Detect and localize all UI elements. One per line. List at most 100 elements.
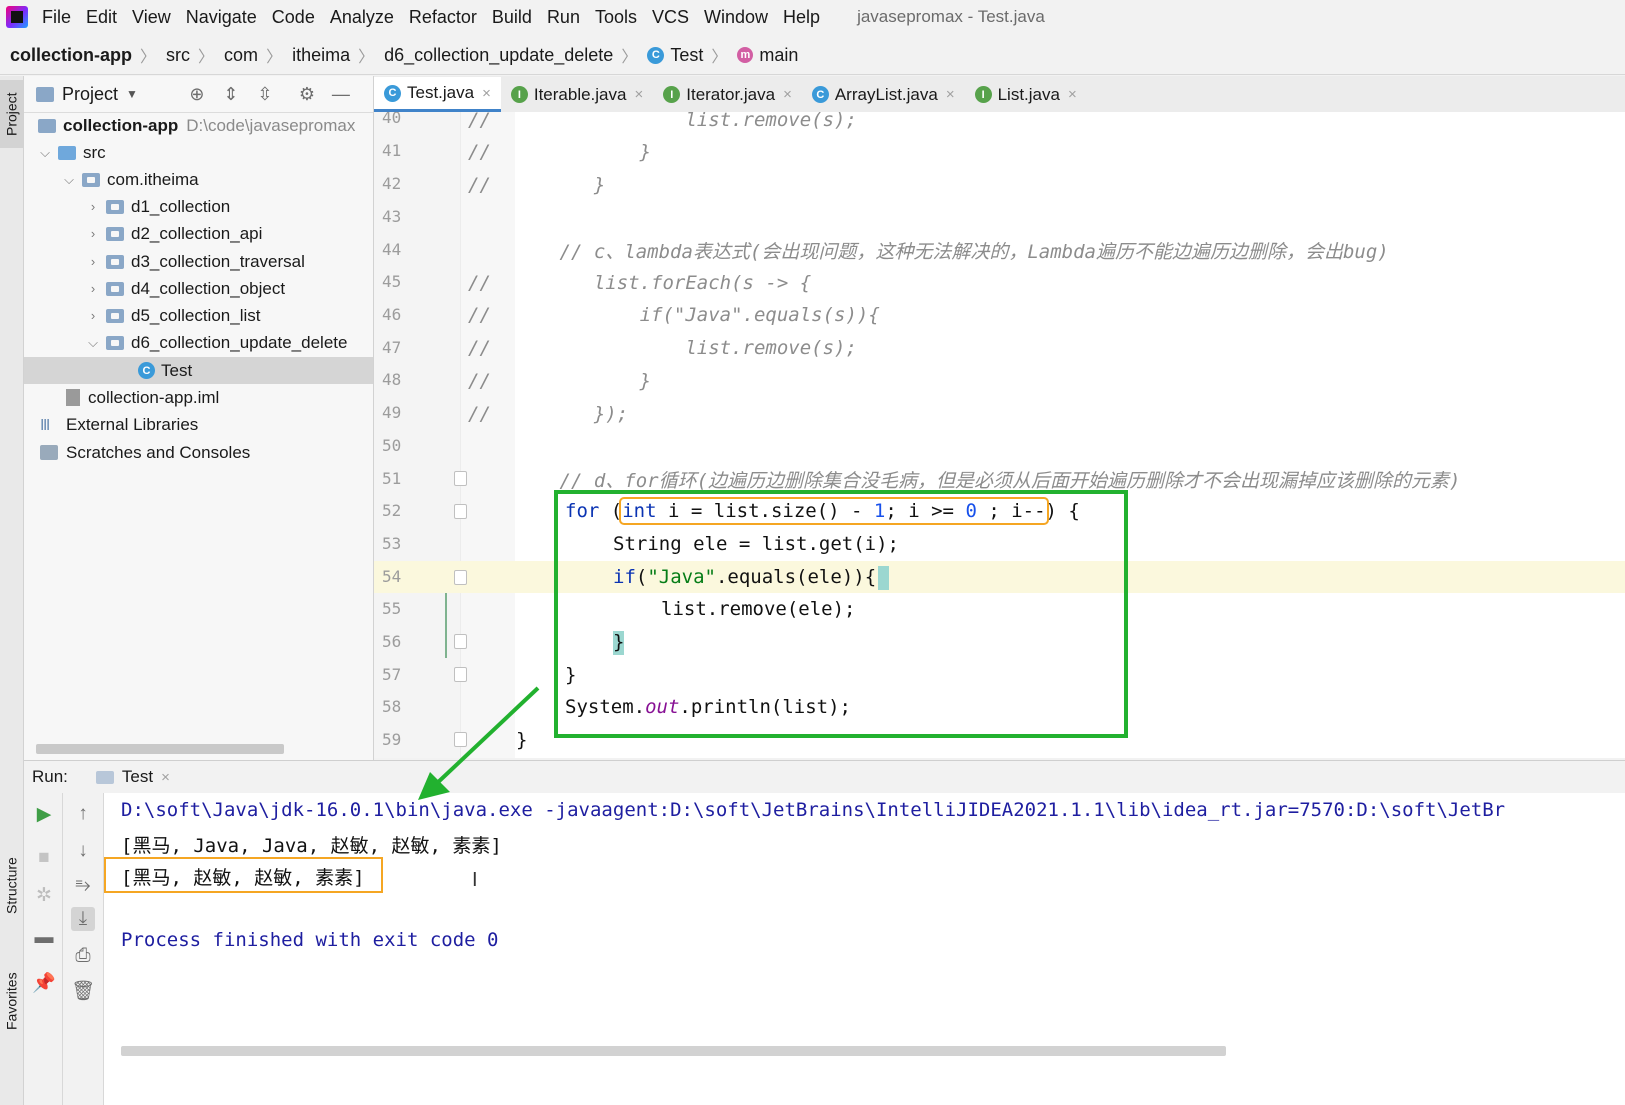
menu-vcs[interactable]: VCS: [652, 7, 689, 28]
console-output[interactable]: D:\soft\Java\jdk-16.0.1\bin\java.exe -ja…: [104, 793, 1625, 1105]
chevron-right-icon: 〉: [358, 49, 375, 66]
tree-item-folder[interactable]: › d2_collection_api: [86, 220, 263, 247]
debug-icon[interactable]: ✲: [32, 883, 56, 907]
code-line: // c、lambda表达式(会出现问题，这种无法解决的，Lambda遍历不能边…: [468, 240, 1389, 263]
arrow-up-icon[interactable]: ↑: [71, 802, 95, 826]
structure-tool-label: Structure: [3, 857, 20, 915]
tree-item-label: collection-app.iml: [88, 387, 220, 407]
layout-icon[interactable]: ▬: [32, 926, 56, 950]
close-icon[interactable]: ×: [634, 86, 643, 103]
interface-icon: I: [663, 86, 681, 103]
stop-icon[interactable]: ■: [32, 846, 56, 870]
chevron-right-icon[interactable]: ›: [86, 281, 100, 296]
class-icon: C: [647, 46, 665, 64]
breadcrumb-src[interactable]: src: [166, 45, 190, 66]
menu-navigate[interactable]: Navigate: [186, 7, 257, 28]
close-icon[interactable]: ×: [946, 86, 955, 103]
fold-marker-icon[interactable]: [454, 634, 467, 649]
tree-item-external-libraries[interactable]: Ⅲ External Libraries: [40, 411, 198, 438]
menu-analyze[interactable]: Analyze: [330, 7, 394, 28]
chevron-right-icon[interactable]: ›: [86, 199, 100, 214]
menu-code[interactable]: Code: [272, 7, 315, 28]
tab-list-java[interactable]: I List.java ×: [965, 77, 1087, 112]
menu-help[interactable]: Help: [783, 7, 820, 28]
tree-item-folder[interactable]: › d3_collection_traversal: [86, 248, 305, 275]
run-tab-test[interactable]: Test: [122, 767, 153, 787]
breadcrumb-itheima[interactable]: itheima: [292, 45, 350, 66]
structure-tool-tab[interactable]: Structure: [0, 841, 23, 931]
close-icon[interactable]: ×: [783, 86, 792, 103]
menu-file[interactable]: File: [42, 7, 71, 28]
tree-item-src[interactable]: ⌵ src: [38, 139, 106, 166]
run-toolbar-primary: ▶ ■ ✲ ▬ 📌: [24, 793, 63, 1105]
horizontal-scrollbar[interactable]: [121, 1046, 1226, 1056]
breadcrumb-class[interactable]: C Test: [647, 45, 703, 66]
tab-iterable-java[interactable]: I Iterable.java ×: [501, 77, 653, 112]
menu-edit[interactable]: Edit: [86, 7, 117, 28]
print-icon[interactable]: ⎙: [71, 944, 95, 968]
close-icon[interactable]: ×: [161, 769, 170, 786]
trash-icon[interactable]: 🗑: [71, 979, 95, 1003]
module-file-icon: [66, 389, 80, 406]
menu-refactor[interactable]: Refactor: [409, 7, 477, 28]
tree-item-package[interactable]: ⌵ com.itheima: [62, 166, 199, 193]
collapse-all-icon[interactable]: ⇳: [254, 83, 276, 105]
expand-all-icon[interactable]: ⇕: [220, 83, 242, 105]
menu-tools[interactable]: Tools: [595, 7, 637, 28]
chevron-down-icon[interactable]: ⌵: [62, 172, 76, 188]
arrow-down-icon[interactable]: ↓: [71, 839, 95, 863]
tree-item-folder[interactable]: › d5_collection_list: [86, 302, 261, 329]
rerun-icon[interactable]: ▶: [32, 802, 56, 826]
chevron-right-icon[interactable]: ›: [86, 226, 100, 241]
horizontal-scrollbar[interactable]: [36, 744, 284, 754]
minimize-icon[interactable]: —: [330, 83, 352, 105]
project-panel-header: Project ▼ ⊕ ⇕ ⇳ ⚙ —: [24, 76, 373, 113]
fold-marker-icon[interactable]: [454, 570, 467, 585]
breadcrumb-project[interactable]: collection-app: [10, 45, 132, 66]
tab-test-java[interactable]: C Test.java ×: [374, 77, 501, 112]
menu-window[interactable]: Window: [704, 7, 768, 28]
breadcrumb-method[interactable]: m main: [737, 45, 798, 66]
tree-item-scratches[interactable]: Scratches and Consoles: [40, 439, 250, 466]
tree-item-folder[interactable]: ⌵ d6_collection_update_delete: [86, 329, 347, 356]
tree-root[interactable]: collection-app D:\code\javasepromax: [38, 112, 355, 139]
chevron-right-icon[interactable]: ›: [86, 308, 100, 323]
fold-marker-icon[interactable]: [454, 471, 467, 486]
editor-tabs: C Test.java × I Iterable.java × I Iterat…: [374, 76, 1625, 113]
close-icon[interactable]: ×: [482, 85, 491, 102]
code-line: // });: [468, 403, 629, 425]
project-tool-tab[interactable]: Project: [0, 80, 23, 148]
tree-item-folder[interactable]: › d1_collection: [86, 193, 230, 220]
line-number: 41: [382, 141, 402, 160]
chevron-down-icon[interactable]: ⌵: [38, 145, 52, 161]
library-icon: Ⅲ: [40, 416, 51, 434]
chevron-right-icon[interactable]: ›: [86, 254, 100, 269]
code-editor[interactable]: 40 41 42 43 44 45 46 47 48 49 50 51 52 5…: [374, 112, 1625, 758]
code-line: // list.forEach(s -> {: [468, 272, 812, 294]
line-number: 51: [382, 469, 402, 488]
tab-iterator-java[interactable]: I Iterator.java ×: [653, 77, 802, 112]
soft-wrap-icon[interactable]: ⥱: [71, 874, 95, 898]
breadcrumb-method-label: main: [759, 44, 799, 65]
fold-marker-icon[interactable]: [454, 504, 467, 519]
menu-run[interactable]: Run: [547, 7, 580, 28]
pin-icon[interactable]: 📌: [32, 971, 56, 995]
breadcrumb-package[interactable]: d6_collection_update_delete: [384, 45, 613, 66]
locate-target-icon[interactable]: ⊕: [186, 83, 208, 105]
line-number: 47: [382, 338, 402, 357]
close-icon[interactable]: ×: [1068, 86, 1077, 103]
menu-build[interactable]: Build: [492, 7, 532, 28]
dropdown-arrow-icon[interactable]: ▼: [126, 87, 138, 101]
project-view-icon: [36, 86, 54, 102]
favorites-tool-tab[interactable]: Favorites: [0, 956, 23, 1046]
project-view-selector[interactable]: Project: [62, 84, 118, 105]
tree-item-test-file[interactable]: C Test: [24, 357, 373, 384]
scroll-to-end-icon[interactable]: ⤓: [71, 907, 95, 931]
gear-icon[interactable]: ⚙: [296, 83, 318, 105]
tab-arraylist-java[interactable]: C ArrayList.java ×: [802, 77, 965, 112]
breadcrumb-com[interactable]: com: [224, 45, 258, 66]
menu-view[interactable]: View: [132, 7, 171, 28]
tree-item-folder[interactable]: › d4_collection_object: [86, 275, 285, 302]
chevron-down-icon[interactable]: ⌵: [86, 335, 100, 351]
tree-item-iml[interactable]: collection-app.iml: [66, 384, 219, 411]
